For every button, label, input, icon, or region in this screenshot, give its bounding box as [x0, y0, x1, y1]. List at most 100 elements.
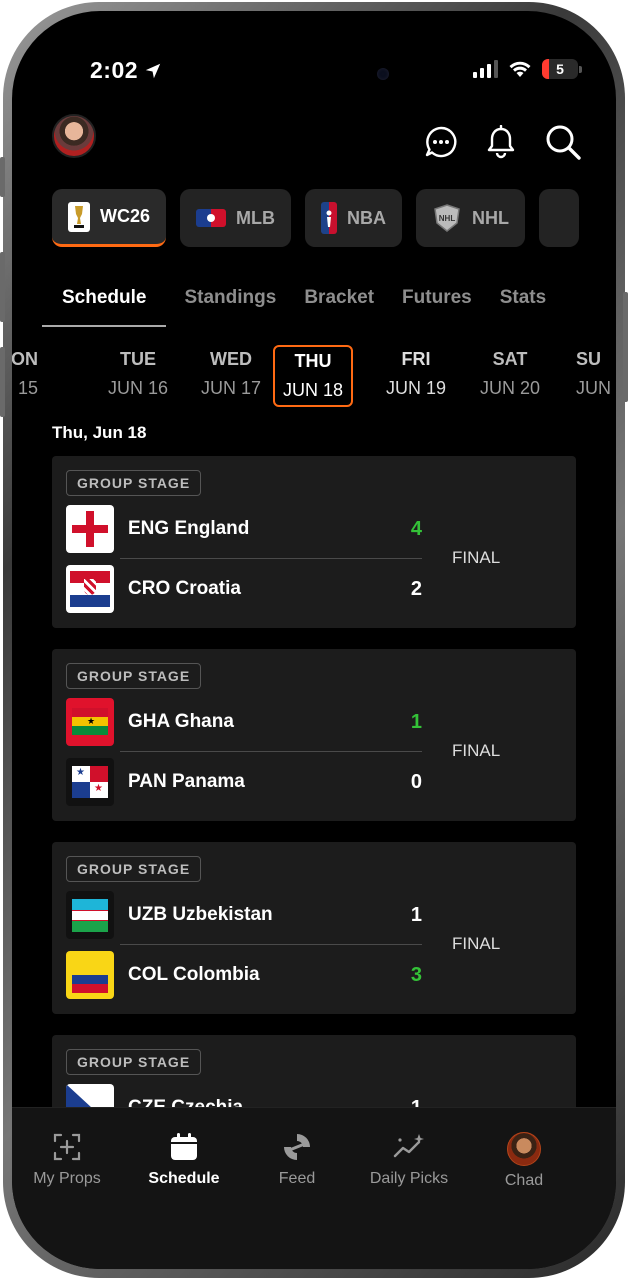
status-time: 2:02 [90, 57, 162, 84]
day-date: N 15 [12, 378, 38, 398]
day-date: JUN 18 [282, 380, 344, 400]
volume-up-button [0, 252, 5, 322]
day-of-week: FRI [401, 349, 431, 369]
date-heading: Thu, Jun 18 [52, 423, 147, 442]
team-row-home: UZB Uzbekistan 1 [66, 890, 422, 940]
league-label: WC26 [100, 206, 151, 226]
league-pill-nba[interactable]: NBA [305, 189, 403, 247]
tab-label: My Props [33, 1170, 101, 1187]
tab-label: Daily Picks [369, 1170, 449, 1187]
dynamic-island [244, 39, 398, 85]
ghana-flag-icon: ★ [66, 698, 114, 746]
team-name: GHA Ghana [128, 711, 234, 732]
team-row-home: ★ GHA Ghana 1 [66, 697, 422, 747]
game-status: FINAL [452, 934, 501, 953]
colombia-flag-icon [66, 951, 114, 999]
tabbar-chad[interactable]: Chad [469, 1132, 579, 1190]
date-fri[interactable]: FRI JUN 19 [376, 345, 456, 407]
nba-logo-icon [321, 202, 338, 234]
tab-label: Schedule [148, 1170, 220, 1187]
team-divider [120, 558, 422, 559]
sparkle-chart-icon [393, 1134, 424, 1158]
profile-avatar[interactable] [52, 114, 96, 158]
volume-down-button [0, 347, 5, 417]
tab-standings[interactable]: Standings [174, 275, 286, 327]
camera-icon [377, 68, 389, 80]
stage-badge: GROUP STAGE [66, 1049, 202, 1075]
power-button [623, 292, 628, 402]
date-tue[interactable]: TUE JUN 16 [98, 345, 178, 407]
team-score: 3 [410, 963, 422, 986]
league-label: MLB [236, 207, 276, 228]
day-date: JUN 20 [479, 378, 541, 398]
date-thu-selected[interactable]: THU JUN 18 [273, 345, 353, 407]
team-row-away: CRO Croatia 2 [66, 564, 422, 614]
tab-bracket[interactable]: Bracket [294, 275, 384, 327]
section-tabs: Schedule Standings Bracket Futures Stats [42, 275, 616, 327]
league-pill-wc26[interactable]: WC26 [52, 189, 167, 247]
game-card[interactable]: GROUP STAGE ★ GHA Ghana 1 ★ ★ PAN Panama… [52, 649, 576, 821]
svg-text:NHL: NHL [439, 214, 456, 223]
game-status: FINAL [452, 741, 501, 760]
stage-badge: GROUP STAGE [66, 470, 202, 496]
feed-icon [284, 1134, 310, 1160]
tabbar-feed[interactable]: Feed [242, 1132, 352, 1188]
nhl-logo-icon: NHL [432, 203, 462, 233]
date-sat[interactable]: SAT JUN 20 [470, 345, 550, 407]
league-selector: WC26 MLB NBA NHL NHL [52, 189, 592, 249]
game-status: FINAL [452, 548, 501, 567]
team-score: 2 [410, 577, 422, 600]
chat-bubble-icon[interactable] [424, 125, 458, 159]
england-flag-icon [66, 505, 114, 553]
clock-text: 2:02 [90, 57, 139, 83]
uzbekistan-flag-icon [66, 891, 114, 939]
day-of-week: SU [576, 349, 602, 369]
wifi-icon [509, 61, 531, 77]
stage-badge: GROUP STAGE [66, 663, 202, 689]
team-divider [120, 751, 422, 752]
league-pill-mlb[interactable]: MLB [180, 189, 292, 247]
cellular-signal-icon [473, 60, 498, 78]
stage-badge: GROUP STAGE [66, 856, 202, 882]
game-card[interactable]: GROUP STAGE ENG England 4 CRO Croatia 2 … [52, 456, 576, 628]
league-label: NHL [472, 207, 510, 228]
league-pill-nhl[interactable]: NHL NHL [416, 189, 526, 247]
tabbar-my-props[interactable]: My Props [12, 1132, 122, 1188]
day-of-week: ON [12, 349, 38, 369]
avatar-icon [507, 1132, 541, 1166]
tab-futures[interactable]: Futures [392, 275, 482, 327]
location-arrow-icon [145, 63, 161, 78]
date-mon[interactable]: ON N 15 [12, 345, 50, 407]
day-of-week: WED [210, 349, 252, 369]
phone-frame: 2:02 5 WC26 MLB NBA NHL NHL Schedule Sta… [0, 2, 628, 1278]
day-date: JUN 19 [385, 378, 447, 398]
header-actions [424, 123, 582, 161]
world-cup-trophy-icon [68, 201, 90, 232]
search-icon[interactable] [544, 123, 582, 161]
team-score: 1 [410, 710, 422, 733]
bell-icon[interactable] [484, 125, 518, 159]
date-sun[interactable]: SU JUN [564, 345, 616, 407]
team-name: COL Colombia [128, 964, 260, 985]
team-row-away: ★ ★ PAN Panama 0 [66, 757, 422, 807]
team-divider [120, 944, 422, 945]
team-row-away: COL Colombia 3 [66, 950, 422, 1000]
team-row-home: ENG England 4 [66, 504, 422, 554]
tab-schedule[interactable]: Schedule [42, 275, 167, 327]
battery-level: 5 [556, 61, 564, 77]
league-pill-more[interactable] [539, 189, 580, 247]
battery-icon: 5 [542, 59, 582, 79]
day-date: JUN 17 [200, 378, 262, 398]
tabbar-schedule[interactable]: Schedule [129, 1132, 239, 1188]
team-score: 4 [410, 517, 422, 540]
props-icon [53, 1133, 81, 1161]
tab-stats[interactable]: Stats [490, 275, 556, 327]
day-of-week: SAT [492, 349, 528, 369]
team-name: PAN Panama [128, 771, 245, 792]
tabbar-daily-picks[interactable]: Daily Picks [354, 1132, 464, 1188]
date-wed[interactable]: WED JUN 17 [191, 345, 271, 407]
game-card[interactable]: GROUP STAGE UZB Uzbekistan 1 COL Colombi… [52, 842, 576, 1014]
panama-flag-icon: ★ ★ [66, 758, 114, 806]
league-label: NBA [347, 207, 387, 228]
tab-label: Feed [278, 1170, 316, 1187]
